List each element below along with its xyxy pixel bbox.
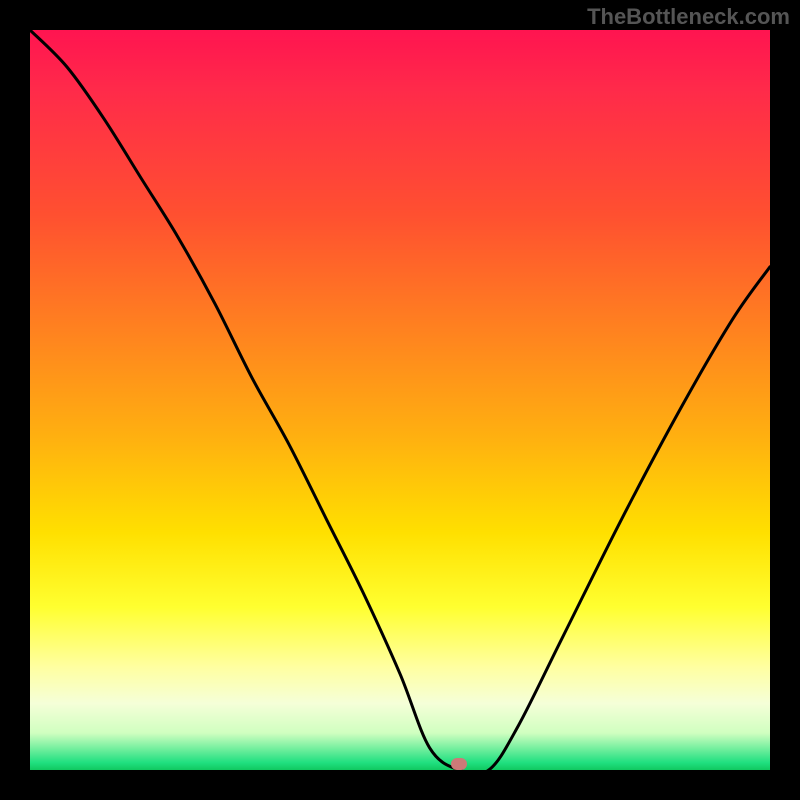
bottleneck-curve-path — [30, 30, 770, 770]
plot-area — [30, 30, 770, 770]
watermark-text: TheBottleneck.com — [587, 4, 790, 30]
curve-svg — [30, 30, 770, 770]
bottleneck-chart: TheBottleneck.com — [0, 0, 800, 800]
optimal-marker — [451, 758, 467, 770]
